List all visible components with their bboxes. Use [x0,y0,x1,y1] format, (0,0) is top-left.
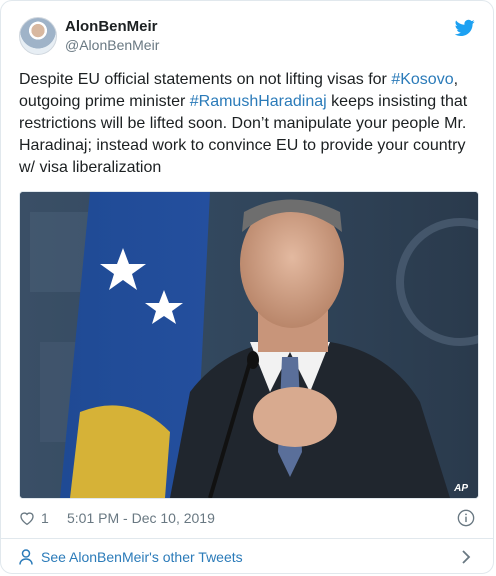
tweet-text: Despite EU official statements on not li… [19,69,479,179]
tweet-text-part: Despite EU official statements on not li… [19,71,392,88]
tweet-meta: 1 5:01 PM - Dec 10, 2019 [19,509,475,529]
person-icon [19,549,33,565]
tweet-header: AlonBenMeir @AlonBenMeir [19,17,477,57]
see-other-tweets-link[interactable]: See AlonBenMeir's other Tweets [19,545,475,569]
see-other-tweets-label[interactable]: See AlonBenMeir's other Tweets [41,549,243,565]
twitter-bird-icon[interactable] [455,19,475,37]
photo-credit: AP [454,483,468,494]
handle[interactable]: @AlonBenMeir [65,36,159,54]
hashtag-ramushharadinaj-link[interactable]: #RamushHaradinaj [190,93,327,110]
info-icon[interactable] [457,509,475,527]
hashtag-kosovo-link[interactable]: #Kosovo [391,71,453,88]
photo-illustration [20,192,478,498]
tweet-card: AlonBenMeir @AlonBenMeir Despite EU offi… [0,0,494,574]
avatar[interactable] [19,17,57,55]
timestamp[interactable]: 5:01 PM - Dec 10, 2019 [67,510,215,526]
chevron-right-icon[interactable] [461,549,471,565]
author-names[interactable]: AlonBenMeir @AlonBenMeir [65,18,159,54]
divider [1,538,493,539]
display-name[interactable]: AlonBenMeir [65,18,159,36]
heart-icon[interactable] [19,510,35,526]
tweet-photo[interactable]: AP [19,191,479,499]
like-count[interactable]: 1 [41,510,49,526]
